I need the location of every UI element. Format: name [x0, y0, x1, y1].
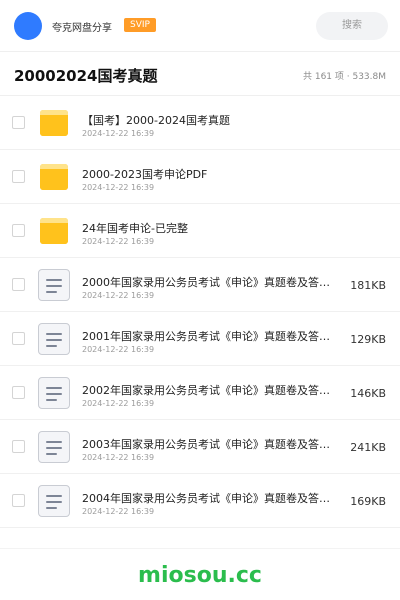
document-icon	[38, 431, 70, 463]
folder-icon	[38, 161, 70, 193]
file-name[interactable]: 2004年国家录用公务员考试《申论》真题卷及答案.docx	[82, 490, 340, 506]
folder-icon	[38, 215, 70, 247]
file-size: 181KB	[350, 279, 386, 292]
select-checkbox[interactable]	[12, 278, 25, 291]
watermark: miosou.cc	[138, 563, 262, 588]
search-input[interactable]: 搜索	[316, 12, 388, 40]
footer: miosou.cc	[0, 548, 400, 600]
file-row[interactable]: 24年国考申论-已完整 2024-12-22 16:39	[0, 204, 400, 258]
file-size: 169KB	[350, 495, 386, 508]
select-checkbox[interactable]	[12, 332, 25, 345]
avatar[interactable]	[14, 12, 42, 40]
file-date: 2024-12-22 16:39	[82, 129, 155, 138]
file-date: 2024-12-22 16:39	[82, 453, 155, 462]
file-row[interactable]: 2002年国家录用公务员考试《申论》真题卷及答案.docx 2024-12-22 …	[0, 366, 400, 420]
file-size: 129KB	[350, 333, 386, 346]
file-name[interactable]: 2003年国家录用公务员考试《申论》真题卷及答案.docx	[82, 436, 340, 452]
file-name[interactable]: 2000-2023国考申论PDF	[82, 166, 207, 182]
document-icon	[38, 269, 70, 301]
document-icon	[38, 485, 70, 517]
file-date: 2024-12-22 16:39	[82, 507, 155, 516]
file-date: 2024-12-22 16:39	[82, 237, 155, 246]
file-name[interactable]: 【国考】2000-2024国考真题	[82, 112, 230, 128]
svip-badge: SVIP	[124, 18, 156, 32]
select-checkbox[interactable]	[12, 224, 25, 237]
document-icon	[38, 323, 70, 355]
select-checkbox[interactable]	[12, 116, 25, 129]
file-date: 2024-12-22 16:39	[82, 183, 155, 192]
file-row[interactable]: 2001年国家录用公务员考试《申论》真题卷及答案.docx 2024-12-22 …	[0, 312, 400, 366]
select-checkbox[interactable]	[12, 440, 25, 453]
file-row[interactable]: 2003年国家录用公务员考试《申论》真题卷及答案.docx 2024-12-22 …	[0, 420, 400, 474]
file-date: 2024-12-22 16:39	[82, 345, 155, 354]
sharer-name: 夸克网盘分享	[52, 23, 112, 34]
folder-icon	[38, 107, 70, 139]
share-header: 夸克网盘分享 SVIP 搜索	[0, 0, 400, 52]
file-list: 【国考】2000-2024国考真题 2024-12-22 16:39 2000-20…	[0, 96, 400, 528]
file-date: 2024-12-22 16:39	[82, 399, 155, 408]
file-name[interactable]: 24年国考申论-已完整	[82, 220, 188, 236]
select-checkbox[interactable]	[12, 170, 25, 183]
file-size: 241KB	[350, 441, 386, 454]
file-date: 2024-12-22 16:39	[82, 291, 155, 300]
folder-titlebar: 20002024国考真题 共 161 项 · 533.8M	[0, 52, 400, 96]
file-row[interactable]: 2000-2023国考申论PDF 2024-12-22 16:39	[0, 150, 400, 204]
file-row[interactable]: 2004年国家录用公务员考试《申论》真题卷及答案.docx 2024-12-22 …	[0, 474, 400, 528]
folder-summary: 共 161 项 · 533.8M	[302, 72, 386, 82]
file-row[interactable]: 【国考】2000-2024国考真题 2024-12-22 16:39	[0, 96, 400, 150]
file-row[interactable]: 2000年国家录用公务员考试《申论》真题卷及答案.docx 2024-12-22 …	[0, 258, 400, 312]
document-icon	[38, 377, 70, 409]
select-checkbox[interactable]	[12, 494, 25, 507]
file-name[interactable]: 2002年国家录用公务员考试《申论》真题卷及答案.docx	[82, 382, 340, 398]
file-name[interactable]: 2001年国家录用公务员考试《申论》真题卷及答案.docx	[82, 328, 340, 344]
file-name[interactable]: 2000年国家录用公务员考试《申论》真题卷及答案.docx	[82, 274, 340, 290]
select-checkbox[interactable]	[12, 386, 25, 399]
page-title: 20002024国考真题	[14, 67, 158, 85]
file-size: 146KB	[350, 387, 386, 400]
